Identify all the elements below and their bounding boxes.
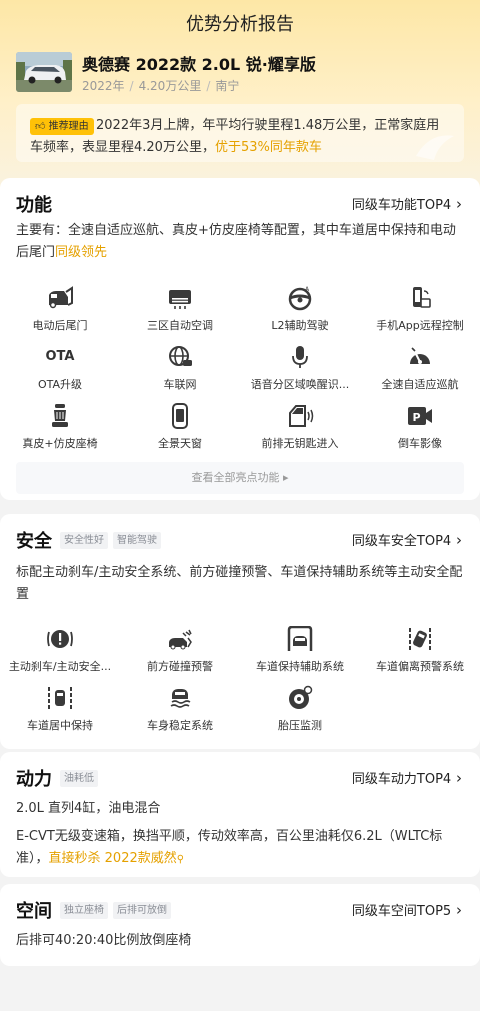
feature-label: 前排无钥匙进入 <box>261 437 339 450</box>
safety-item: 车道居中保持 <box>0 685 120 733</box>
safety-description: 标配主动刹车/主动安全系统、前方碰撞预警、车道保持辅助系统等主动安全配置 <box>16 565 463 602</box>
car-meta: 2022年/4.20万公里 / 南宁 <box>82 79 240 93</box>
air-conditioner-icon <box>169 290 191 309</box>
feature-item: 三区自动空调 <box>120 285 240 333</box>
phone-remote-icon <box>413 287 431 308</box>
space-tag: 独立座椅 <box>60 902 108 919</box>
svg-text:A: A <box>305 286 310 293</box>
ota-icon: OTA <box>45 349 75 364</box>
safety-label: 车道保持辅助系统 <box>256 660 344 673</box>
car-year: 2022年 <box>82 79 125 93</box>
sunroof-icon <box>172 403 188 429</box>
search-icon: ⚲ <box>176 854 185 865</box>
steering-wheel-icon: A <box>288 286 312 311</box>
feature-label: 手机App远程控制 <box>376 319 464 332</box>
seat-icon <box>52 404 68 427</box>
power-tags: 油耗低 <box>60 770 103 787</box>
safety-item: 车道保持辅助系统 <box>240 626 360 674</box>
safety-label: 车道偏离预警系统 <box>376 660 464 673</box>
lane-departure-icon <box>409 628 431 650</box>
stability-icon <box>170 689 191 708</box>
feature-item: 车联网 <box>120 344 240 392</box>
feature-label: 全景天窗 <box>158 437 202 450</box>
power-section: 动力 油耗低 同级车动力TOP4 2.0L 直列4缸，油电混合 E-CVT无级变… <box>0 752 480 877</box>
space-section: 空间 独立座椅后排可放倒 同级车空间TOP5 后排可40:20:40比例放倒座椅 <box>0 884 480 966</box>
safety-label: 主动刹车/主动安全... <box>8 660 112 673</box>
feature-label: 真皮+仿皮座椅 <box>22 437 98 450</box>
compare-link[interactable]: 直接秒杀 2022款威然 <box>49 851 177 866</box>
car-model-name: 奥德赛 2022款 2.0L 锐·耀享版 <box>82 55 316 74</box>
thumbs-up-icon: 👍︎ <box>35 121 46 132</box>
car-mileage: 4.20万公里 <box>138 79 202 93</box>
safety-item: 主动刹车/主动安全... <box>0 626 120 674</box>
lane-center-icon <box>48 687 72 709</box>
features-rank-link[interactable]: 同级车功能TOP4 <box>352 194 462 213</box>
features-description: 主要有：全速自适应巡航、真皮+仿皮座椅等配置，其中车道居中保持和电动后尾门同级领… <box>16 223 456 260</box>
safety-label: 车身稳定系统 <box>147 719 213 732</box>
car-thumbnail[interactable] <box>16 52 72 92</box>
power-description: E-CVT无级变速箱，换挡平顺，传动效率高，百公里油耗仅6.2L（WLTC标准）… <box>16 829 443 866</box>
feature-label: L2辅助驾驶 <box>271 319 329 332</box>
safety-item: 胎压监测 <box>240 685 360 733</box>
safety-tags: 安全性好 智能驾驶 <box>60 532 166 549</box>
power-title: 动力 <box>16 769 52 790</box>
feature-label: 倒车影像 <box>398 437 442 450</box>
safety-label: 前方碰撞预警 <box>147 660 213 673</box>
safety-label: 车道居中保持 <box>27 719 93 732</box>
safety-rank-link[interactable]: 同级车安全TOP4 <box>352 530 462 549</box>
feature-label: 三区自动空调 <box>147 319 213 332</box>
speedometer-icon <box>410 347 430 364</box>
view-all-features-button[interactable]: 查看全部亮点功能 <box>16 462 464 494</box>
safety-title: 安全 <box>16 531 52 552</box>
feature-item: 前排无钥匙进入 <box>240 403 360 451</box>
feature-item: OTA OTA升级 <box>0 344 120 392</box>
feature-label: OTA升级 <box>37 378 83 391</box>
safety-item: 车道偏离预警系统 <box>360 626 480 674</box>
globe-icon <box>169 346 192 366</box>
tailgate-icon <box>49 286 73 309</box>
feature-item: 语音分区域唤醒识... <box>240 344 360 392</box>
feature-item: 真皮+仿皮座椅 <box>0 403 120 451</box>
reverse-camera-icon: P <box>408 407 432 425</box>
microphone-icon <box>292 346 308 368</box>
feature-label: 全速自适应巡航 <box>381 378 459 391</box>
power-rank-link[interactable]: 同级车动力TOP4 <box>352 768 462 787</box>
feature-item: A L2辅助驾驶 <box>240 285 360 333</box>
features-section: 功能 同级车功能TOP4 主要有：全速自适应巡航、真皮+仿皮座椅等配置，其中车道… <box>0 178 480 500</box>
brake-warning-icon <box>47 630 73 648</box>
safety-item: 车身稳定系统 <box>120 685 240 733</box>
car-city: 南宁 <box>215 79 240 93</box>
feature-item: 电动后尾门 <box>0 285 120 333</box>
safety-label: 胎压监测 <box>278 719 322 732</box>
features-title: 功能 <box>16 195 52 216</box>
feature-item: 手机App远程控制 <box>360 285 480 333</box>
power-tag: 油耗低 <box>60 770 98 787</box>
space-rank-link[interactable]: 同级车空间TOP5 <box>352 900 462 919</box>
feature-label: 电动后尾门 <box>32 319 88 332</box>
tire-pressure-icon <box>289 685 313 709</box>
page-title: 优势分析报告 <box>186 14 294 35</box>
svg-text:P: P <box>413 411 421 424</box>
recommend-reason-card: 2022年3月上牌，年平均行驶里程1.48万公里，正常家庭用车频率，表显里程4.… <box>16 104 464 162</box>
recommend-badge: 👍︎ 推荐理由 <box>30 118 94 135</box>
feature-label: 车联网 <box>163 378 197 391</box>
safety-section: 安全 安全性好智能驾驶 同级车安全TOP4 标配主动刹车/主动安全系统、前方碰撞… <box>0 514 480 749</box>
space-tag: 后排可放倒 <box>113 902 171 919</box>
keyless-door-icon <box>289 405 314 427</box>
safety-item: 前方碰撞预警 <box>120 626 240 674</box>
features-highlight: 同级领先 <box>55 245 108 260</box>
feature-item: 全速自适应巡航 <box>360 344 480 392</box>
space-description: 后排可40:20:40比例放倒座椅 <box>16 933 192 948</box>
recommend-highlight: 优于53%同年款车 <box>214 140 322 155</box>
feature-label: 语音分区域唤醒识... <box>250 378 350 391</box>
feature-item: P 倒车影像 <box>360 403 480 451</box>
feature-item: 全景天窗 <box>120 403 240 451</box>
safety-tag: 智能驾驶 <box>113 532 161 549</box>
lane-keep-icon <box>287 626 313 651</box>
space-title: 空间 <box>16 901 52 922</box>
safety-tag: 安全性好 <box>60 532 108 549</box>
power-engine-text: 2.0L 直列4缸，油电混合 <box>16 801 161 816</box>
space-tags: 独立座椅 后排可放倒 <box>60 902 176 919</box>
collision-warning-icon <box>169 629 192 650</box>
